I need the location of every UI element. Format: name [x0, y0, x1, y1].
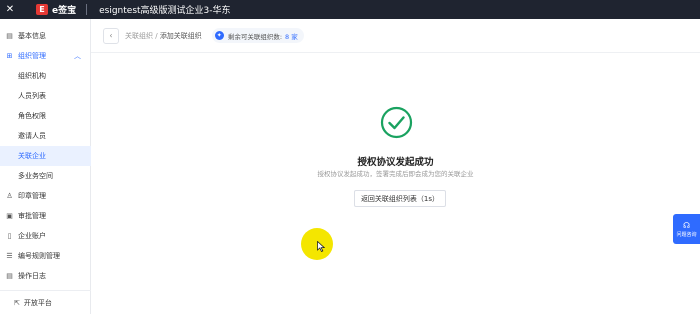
breadcrumb: 关联组织 / 添加关联组织 [125, 31, 202, 41]
sidebar-item-numbering-rules[interactable]: ☰ 编号规则管理 [0, 246, 91, 266]
back-button[interactable]: ‹ [103, 27, 119, 44]
sidebar-item-label: 企业账户 [18, 232, 46, 240]
sidebar-item-label: 编号规则管理 [18, 252, 60, 260]
help-consult-button[interactable]: ☊ 问题咨询 [673, 214, 700, 244]
sidebar-item-role-permissions[interactable]: 角色权限 [0, 106, 91, 126]
chevron-left-icon: ‹ [109, 31, 113, 40]
breadcrumb-current: 添加关联组织 [159, 31, 202, 40]
numbering-icon: ☰ [6, 252, 13, 260]
company-name[interactable]: esigntest高级版测试企业3-华东 [99, 3, 230, 16]
sidebar-item-label: 角色权限 [18, 112, 46, 120]
sidebar-item-business-spaces[interactable]: 多业务空间 [0, 166, 91, 186]
sidebar-item-seal-management[interactable]: ♙ 印章管理 [0, 186, 91, 206]
quota-value: 8 家 [285, 32, 298, 41]
sidebar-footer-label: 开放平台 [23, 298, 52, 307]
sidebar-item-label: 关联企业 [18, 152, 46, 160]
headset-icon: ☊ [682, 220, 691, 230]
approval-icon: ▣ [6, 212, 13, 220]
sidebar-item-company-account[interactable]: ▯ 企业账户 [0, 226, 91, 246]
sidebar-item-org-structure[interactable]: 组织机构 [0, 66, 91, 86]
open-platform-icon: ⇱ [14, 298, 20, 307]
breadcrumb-separator: / [153, 31, 160, 40]
sidebar-item-label: 组织管理 [18, 52, 46, 60]
sidebar-item-org-management[interactable]: ⊞ 组织管理 ︿ [0, 46, 91, 66]
logo-mark: E [36, 4, 48, 15]
sidebar-item-member-list[interactable]: 人员列表 [0, 86, 91, 106]
breadcrumb-bar: ‹ 关联组织 / 添加关联组织 ✦ 剩余可关联组织数: 8 家 [91, 19, 700, 53]
logo-text: e签宝 [52, 6, 77, 16]
main-content: ‹ 关联组织 / 添加关联组织 ✦ 剩余可关联组织数: 8 家 授权协议发起成功… [91, 19, 700, 314]
return-to-list-button[interactable]: 返回关联组织列表（1s） [354, 190, 446, 207]
sidebar-item-label: 印章管理 [18, 192, 46, 200]
result-description: 授权协议发起成功，签署完成后即会成为您的关联企业 [317, 170, 474, 178]
quota-badge: ✦ 剩余可关联组织数: 8 家 [211, 28, 304, 43]
sidebar-open-platform[interactable]: ⇱ 开放平台 [0, 290, 91, 314]
quota-label: 剩余可关联组织数: [227, 32, 283, 41]
info-icon: ▤ [6, 32, 13, 40]
result-title: 授权协议发起成功 [357, 157, 434, 168]
sidebar-item-basic-info[interactable]: ▤ 基本信息 [0, 26, 91, 46]
sidebar-item-approval-management[interactable]: ▣ 审批管理 [0, 206, 91, 226]
sidebar-item-label: 基本信息 [18, 32, 46, 40]
topbar-divider [86, 4, 88, 15]
sidebar-item-label: 邀请人员 [18, 132, 46, 140]
account-icon: ▯ [7, 232, 12, 240]
log-icon: ▤ [6, 272, 13, 280]
company-icon: ✦ [214, 31, 224, 40]
seal-icon: ♙ [6, 192, 13, 200]
org-icon: ⊞ [6, 52, 13, 60]
sidebar-item-operation-log[interactable]: ▤ 操作日志 [0, 266, 91, 286]
mouse-pointer-icon [317, 241, 325, 252]
sidebar-item-label: 多业务空间 [18, 172, 53, 180]
app-logo: E e签宝 [36, 3, 76, 16]
sidebar-item-invite-members[interactable]: 邀请人员 [0, 126, 91, 146]
sidebar-item-label: 审批管理 [18, 212, 46, 220]
close-icon[interactable]: ✕ [0, 0, 20, 19]
top-bar: ✕ E e签宝 esigntest高级版测试企业3-华东 [0, 0, 700, 19]
sidebar-item-label: 组织机构 [18, 72, 46, 80]
sidebar: ▤ 基本信息 ⊞ 组织管理 ︿ 组织机构 人员列表 角色权限 邀请人员 关联企业… [0, 19, 91, 314]
success-check-icon [380, 106, 413, 139]
help-label: 问题咨询 [676, 231, 697, 238]
sidebar-item-related-companies[interactable]: 关联企业 [0, 146, 91, 166]
sidebar-item-label: 操作日志 [18, 272, 46, 280]
breadcrumb-parent[interactable]: 关联组织 [125, 32, 153, 40]
sidebar-item-label: 人员列表 [18, 92, 46, 100]
chevron-up-icon: ︿ [74, 52, 81, 60]
